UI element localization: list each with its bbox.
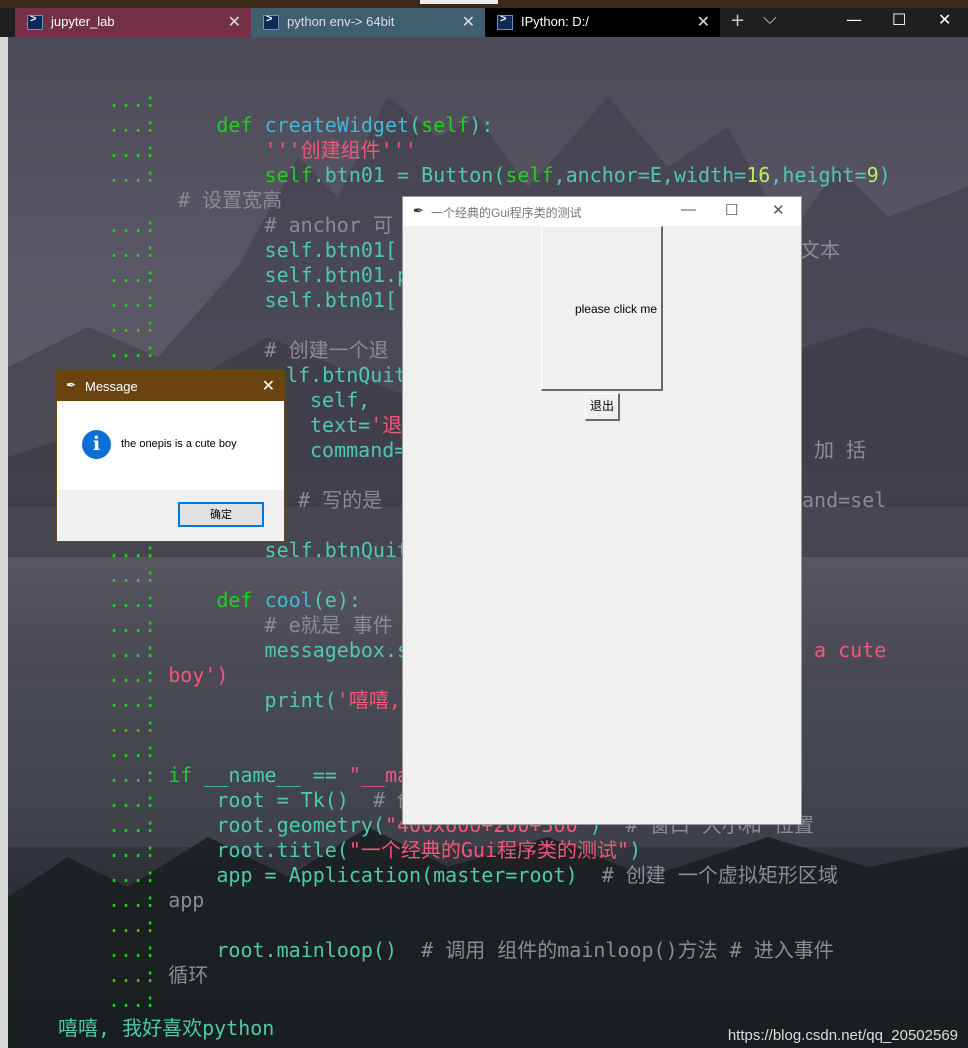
code-line: command= — [310, 438, 407, 462]
maximize-button[interactable]: ☐ — [725, 201, 738, 219]
code-line: ...: # anchor 可 — [108, 213, 393, 237]
tab-label: python env-> 64bit — [287, 14, 395, 29]
tab-python-env[interactable]: python env-> 64bit ✕ — [251, 8, 485, 37]
tab-jupyter-lab[interactable]: jupyter_lab ✕ — [15, 8, 251, 37]
info-icon: i — [82, 430, 111, 459]
code-line: ...: — [108, 313, 157, 337]
dialog-body: i the onepis is a cute boy — [57, 401, 284, 490]
minimize-button[interactable]: — — [681, 201, 696, 218]
code-line: ...: def createWidget(self): — [108, 113, 494, 137]
button-label: please click me — [574, 302, 657, 316]
code-line: ...: — [108, 88, 157, 112]
powershell-icon — [263, 13, 279, 30]
quit-button[interactable]: 退出 — [585, 393, 620, 421]
feather-icon: ✒ — [66, 378, 77, 392]
window-close-button[interactable]: ✕ — [938, 10, 951, 29]
watermark: https://blog.csdn.net/qq_20502569 — [727, 1027, 958, 1044]
tab-ipython[interactable]: IPython: D:/ ✕ — [485, 8, 720, 37]
code-block: ...: ...: def createWidget(self): ...: '… — [8, 37, 891, 1021]
close-button[interactable]: ✕ — [772, 201, 785, 219]
code-line: ...: root.mainloop() # 调用 组件的mainloop()方… — [108, 938, 834, 962]
tk-window-title: 一个经典的Gui程序类的测试 — [431, 206, 582, 220]
dialog-title-bar[interactable]: ✒ Message ✕ — [57, 371, 284, 401]
code-line-tail: and=sel — [802, 488, 887, 512]
code-line: ...: boy') — [108, 663, 229, 687]
top-white-bar — [420, 0, 498, 4]
code-line: ...: — [108, 913, 157, 937]
code-line-tail: a cute — [814, 638, 887, 662]
ok-button[interactable]: 确定 — [178, 502, 264, 527]
program-output: 嘻嘻, 我好喜欢python — [58, 1016, 275, 1040]
code-line: ...: self.btn01 = Button(self,anchor=E,w… — [108, 163, 891, 187]
feather-icon: ✒ — [413, 203, 424, 218]
code-line: ...: — [108, 988, 157, 1012]
maximize-button[interactable]: ☐ — [892, 10, 906, 29]
code-line: ...: self.btn01[' — [108, 238, 410, 262]
new-tab-button[interactable]: + — [730, 10, 745, 31]
tk-main-window: ✒ 一个经典的Gui程序类的测试 — ☐ ✕ please click me 退… — [402, 196, 802, 825]
code-line-tail: 加 括 — [814, 438, 867, 462]
powershell-icon — [497, 13, 513, 30]
code-line: ...: — [108, 738, 157, 762]
code-line: lf.btnQuit — [286, 363, 407, 387]
code-line: ...: app — [108, 888, 205, 912]
dialog-footer: 确定 — [57, 490, 284, 541]
code-line: ...: root = Tk() # 创 — [108, 788, 418, 812]
code-line: ...: print('嘻嘻, — [108, 688, 401, 712]
code-line: ...: root.title("一个经典的Gui程序类的测试") — [108, 838, 642, 862]
code-line: # 写的是 — [298, 488, 383, 512]
left-window-edge — [0, 37, 8, 1048]
code-line: self, — [310, 388, 371, 412]
code-line: ...: # 创建一个退 — [108, 338, 389, 362]
code-line: text='退 — [310, 413, 403, 437]
chevron-down-icon[interactable]: ⌵ — [763, 8, 777, 29]
close-icon[interactable]: ✕ — [262, 376, 275, 396]
code-line: ...: — [108, 713, 157, 737]
code-line: ...: '''创建组件''' — [108, 138, 417, 162]
dialog-message: the onepis is a cute boy — [121, 438, 237, 450]
code-line: ...: self.btn01.p — [108, 263, 410, 287]
please-click-button[interactable]: please click me — [541, 226, 663, 391]
code-line: ...: def cool(e): — [108, 588, 361, 612]
code-line: ...: if __name__ == "__ma — [108, 763, 410, 787]
code-line: ...: # e就是 事件 — [108, 613, 393, 637]
code-line: ...: messagebox.s — [108, 638, 410, 662]
dialog-title: Message — [85, 379, 138, 394]
code-line-tail: 文本 — [800, 238, 840, 262]
code-line: ...: — [108, 563, 157, 587]
close-icon[interactable]: ✕ — [228, 12, 241, 32]
code-line: ...: app = Application(master=root) # 创建… — [108, 863, 838, 887]
close-icon[interactable]: ✕ — [462, 12, 475, 32]
top-strip — [0, 0, 968, 8]
code-line: ...: self.btn01[' — [108, 288, 410, 312]
terminal-tab-bar: jupyter_lab ✕ python env-> 64bit ✕ IPyth… — [0, 8, 968, 37]
powershell-icon — [27, 13, 43, 30]
tab-label: IPython: D:/ — [521, 14, 589, 29]
close-icon[interactable]: ✕ — [697, 12, 710, 32]
code-line: # 设置宽高 — [178, 188, 283, 212]
tab-label: jupyter_lab — [51, 14, 115, 29]
code-line: ...: 循环 — [108, 963, 209, 987]
minimize-button[interactable]: — — [846, 10, 862, 29]
tk-title-bar[interactable]: ✒ 一个经典的Gui程序类的测试 — ☐ ✕ — [403, 197, 801, 226]
message-dialog: ✒ Message ✕ i the onepis is a cute boy 确… — [56, 370, 285, 542]
